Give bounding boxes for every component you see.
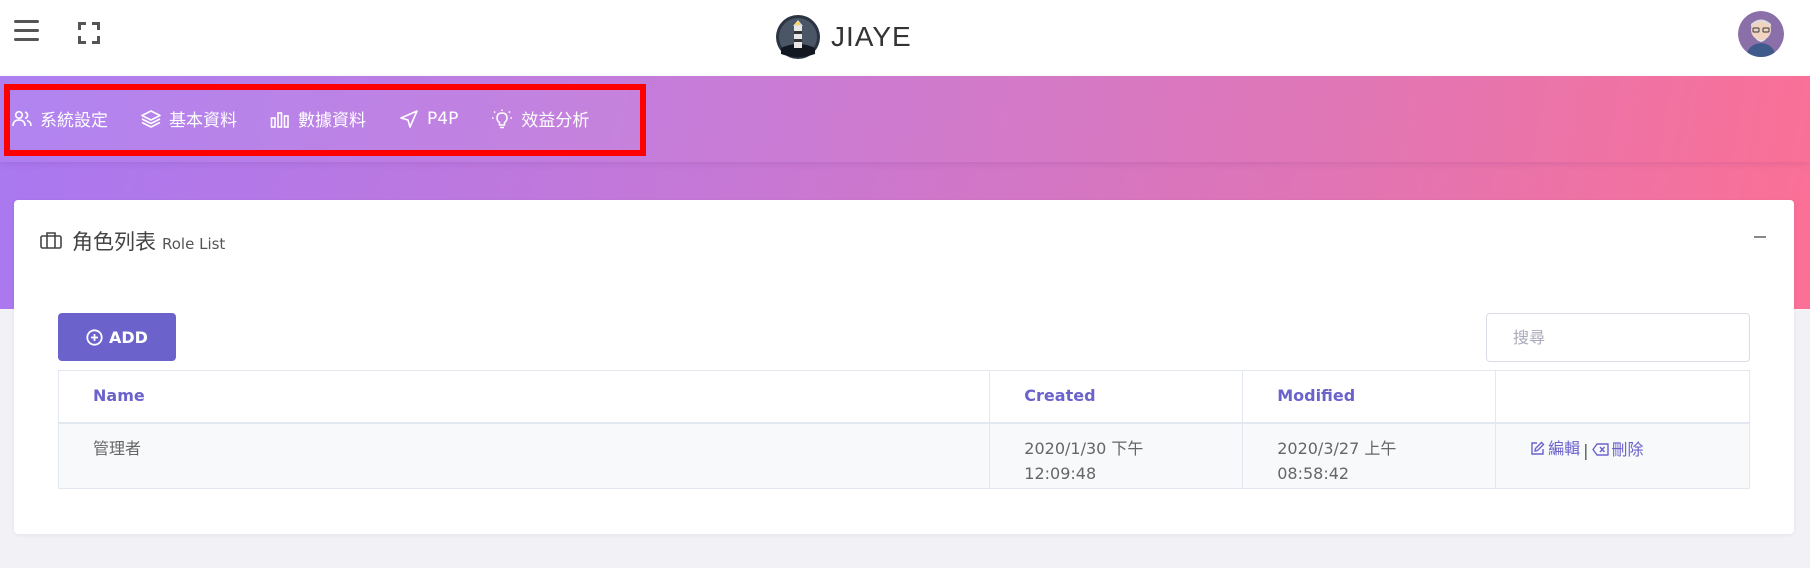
edit-label: 編輯	[1548, 438, 1581, 458]
nav-item-benefit-analysis[interactable]: 效益分析	[491, 106, 589, 131]
nav-item-label: 數據資料	[298, 111, 366, 131]
nav-item-label: 效益分析	[521, 111, 590, 131]
users-icon	[12, 110, 32, 126]
lightbulb-icon	[492, 109, 513, 128]
nav-item-p4p[interactable]: P4P	[399, 109, 458, 129]
hamburger-icon[interactable]	[14, 20, 42, 46]
nav-item-label: 基本資料	[169, 111, 237, 131]
nav-items: 系統設定 基本資料 數據資料 P4P 效益分析	[12, 106, 622, 131]
nav-item-basic-data[interactable]: 基本資料	[141, 106, 237, 131]
action-separator: |	[1583, 440, 1589, 460]
card-title-zh: 角色列表	[72, 230, 156, 254]
top-bar: JIAYE	[0, 0, 1810, 76]
column-header-created[interactable]: Created	[989, 370, 1244, 424]
nav-item-label: P4P	[427, 108, 459, 129]
add-button[interactable]: ADD	[58, 313, 176, 361]
edit-icon	[1531, 441, 1545, 455]
briefcase-icon	[40, 232, 62, 249]
delete-link[interactable]: 刪除	[1591, 437, 1644, 462]
bar-chart-icon	[270, 111, 289, 128]
add-button-label: ADD	[109, 327, 148, 347]
role-table: Name Created Modified 管理者 2020/1/30 下午 1…	[57, 370, 1750, 489]
cell-created: 2020/1/30 下午 12:09:48	[989, 422, 1244, 489]
brand-name: JIAYE	[831, 21, 912, 52]
expand-icon[interactable]	[76, 20, 102, 46]
nav-item-label: 系統設定	[40, 111, 108, 131]
plus-circle-icon	[86, 328, 103, 346]
column-header-modified[interactable]: Modified	[1242, 370, 1497, 424]
delete-label: 刪除	[1611, 439, 1644, 459]
main-nav: 系統設定 基本資料 數據資料 P4P 效益分析	[0, 76, 1810, 162]
edit-link[interactable]: 編輯	[1530, 436, 1580, 461]
backspace-icon	[1591, 442, 1609, 456]
brand[interactable]: JIAYE	[775, 12, 912, 62]
role-list-card: 角色列表 Role List ADD Name Created Modified…	[14, 200, 1794, 534]
user-avatar[interactable]	[1738, 11, 1784, 57]
collapse-icon[interactable]	[1752, 225, 1768, 241]
card-title-en: Role List	[162, 235, 226, 253]
card-title: 角色列表 Role List	[40, 226, 225, 256]
column-header-name[interactable]: Name	[57, 370, 991, 424]
send-icon	[400, 109, 418, 128]
layers-icon	[141, 109, 161, 128]
search-input[interactable]	[1486, 313, 1750, 362]
avatar-icon	[1738, 11, 1784, 57]
cell-actions: 編輯 | 刪除	[1495, 422, 1750, 489]
column-header-actions	[1495, 370, 1750, 424]
table-row: 管理者 2020/1/30 下午 12:09:48 2020/3/27 上午 0…	[57, 422, 1750, 489]
cell-name: 管理者	[57, 422, 991, 489]
lighthouse-logo	[776, 15, 820, 59]
nav-item-statistics[interactable]: 數據資料	[270, 106, 366, 131]
cell-modified: 2020/3/27 上午 08:58:42	[1242, 422, 1497, 489]
table-header-row: Name Created Modified	[57, 370, 1750, 424]
nav-item-system-settings[interactable]: 系統設定	[12, 106, 108, 131]
